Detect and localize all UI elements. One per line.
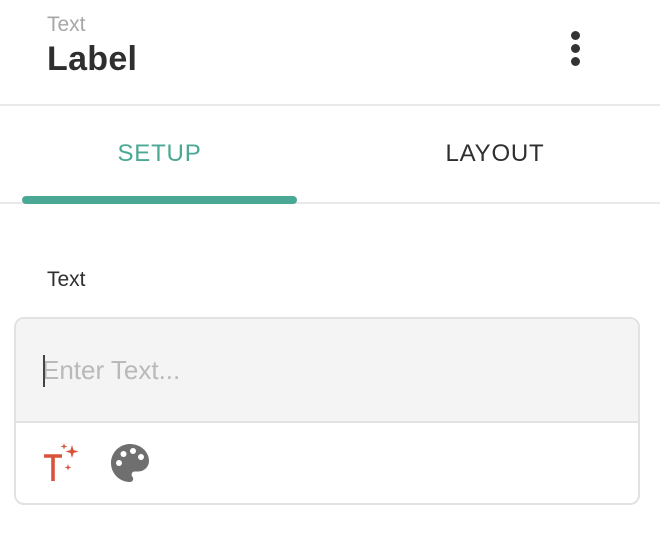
component-title: Label <box>47 40 138 78</box>
magic-text-icon <box>44 443 79 481</box>
text-editor <box>14 317 640 505</box>
tab-setup[interactable]: SETUP <box>22 106 297 202</box>
tab-layout[interactable]: LAYOUT <box>330 106 660 202</box>
palette-icon <box>111 444 149 482</box>
text-input-area <box>16 319 638 423</box>
text-field-label: Text <box>47 268 86 291</box>
more-options-button[interactable] <box>560 26 592 70</box>
magic-text-button[interactable] <box>40 441 84 485</box>
text-input[interactable] <box>42 347 602 393</box>
tab-bar: SETUP LAYOUT <box>0 106 660 204</box>
text-caret <box>43 355 45 387</box>
color-palette-button[interactable] <box>108 441 152 485</box>
panel-header: Text Label <box>0 0 660 106</box>
component-kind: Text <box>47 13 86 36</box>
active-tab-indicator <box>22 196 297 204</box>
